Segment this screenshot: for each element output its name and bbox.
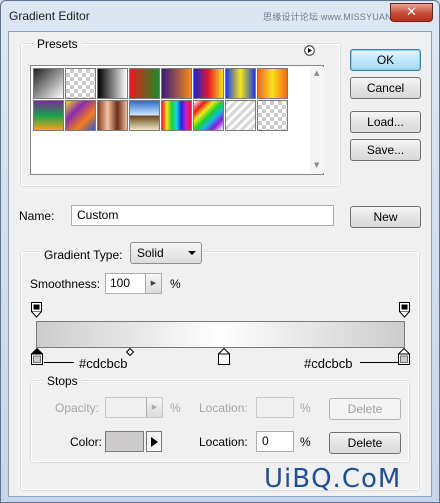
gradient-type-select[interactable]: Solid [130,242,202,264]
preset-swatch-orange-yellow-orange[interactable] [257,68,288,99]
scroll-up-icon[interactable]: ▲ [314,69,319,77]
preset-swatch-foreground-to-transparent[interactable] [65,68,96,99]
ok-button[interactable]: OK [350,49,421,71]
opacity-label: Opacity: [55,401,100,415]
opacity-location-input [256,397,294,418]
smoothness-label: Smoothness: [30,277,101,291]
scroll-down-icon[interactable]: ▼ [314,161,319,169]
close-button[interactable]: ✕ [390,3,433,22]
preset-swatch-foreground-to-background[interactable] [33,68,64,99]
gradient-editor-window: Gradient Editor 思缘设计论坛 www.MISSYUAN.COM … [0,0,440,503]
dialog-client-area: Presets ▲ ▼ OK Cancel Load... Save... Na… [8,31,432,497]
opacity-input: ▶ [105,397,163,418]
window-title: Gradient Editor [9,9,90,23]
left-color-annotation: #cdcbcb [79,356,128,371]
color-location-unit: % [300,435,311,449]
preset-swatch-chrome[interactable] [129,100,160,131]
preset-swatch-blue-red-yellow[interactable] [193,68,224,99]
name-label: Name: [19,209,55,223]
preset-swatch-transparent-stripes[interactable] [225,100,256,131]
midpoint-diamond-icon[interactable] [126,348,134,356]
presets-label: Presets [33,37,82,51]
right-color-annotation: #cdcbcb [304,356,353,371]
presets-list: ▲ ▼ [30,65,324,175]
preset-swatch-copper[interactable] [97,100,128,131]
save-button[interactable]: Save... [350,139,421,161]
color-stop-middle[interactable] [218,348,230,365]
load-button[interactable]: Load... [350,111,421,133]
gradient-type-value: Solid [137,246,164,260]
play-circle-icon[interactable] [304,45,315,56]
preset-swatch-transparent-rainbow-2[interactable] [257,100,288,131]
color-stop-right[interactable] [398,348,410,365]
stops-label: Stops [43,374,82,388]
color-location-input[interactable]: 0 [256,431,294,452]
opacity-stop-left[interactable] [31,302,42,318]
name-input[interactable]: Custom [71,205,334,226]
color-stop-left[interactable] [31,348,43,365]
right-color-callout-line [360,362,398,363]
preset-swatch-transparent-rainbow[interactable] [193,100,224,131]
smoothness-input[interactable]: 100 ▶ [105,273,162,294]
color-menu-button[interactable] [146,431,162,452]
preset-swatch-red-green[interactable] [129,68,160,99]
opacity-spin-button: ▶ [146,398,162,417]
stop-color-swatch[interactable] [105,431,144,452]
cancel-button[interactable]: Cancel [350,77,421,99]
gradient-preview-bar[interactable] [36,321,405,348]
preset-swatch-yellow-violet-orange-blue[interactable] [65,100,96,131]
preset-swatch-black-white[interactable] [97,68,128,99]
chevron-down-icon [188,251,196,255]
preset-swatch-blue-yellow-blue[interactable] [225,68,256,99]
color-location-label: Location: [199,435,248,449]
title-bar[interactable]: Gradient Editor 思缘设计论坛 www.MISSYUAN.COM … [1,1,439,31]
play-triangle-icon [151,437,158,447]
smoothness-value: 100 [110,276,131,290]
color-delete-button[interactable]: Delete [329,432,401,454]
opacity-stop-right[interactable] [399,302,410,318]
smoothness-spin-button[interactable]: ▶ [145,274,161,293]
opacity-delete-button: Delete [329,398,401,420]
left-color-callout-line [44,362,74,363]
presets-scrollbar[interactable]: ▲ ▼ [310,67,324,173]
gradient-type-label: Gradient Type: [40,248,127,262]
preset-swatch-violet-green-orange[interactable] [33,100,64,131]
new-button[interactable]: New [350,206,421,228]
smoothness-unit: % [170,277,181,291]
opacity-location-unit: % [300,401,311,415]
close-icon: ✕ [406,5,417,20]
opacity-location-label: Location: [199,401,248,415]
color-label: Color: [70,435,103,449]
opacity-unit: % [170,401,181,415]
preset-swatch-violet-orange[interactable] [161,68,192,99]
preset-swatch-spectrum[interactable] [161,100,192,131]
watermark-bottom: UiBQ.CoM [264,464,402,494]
